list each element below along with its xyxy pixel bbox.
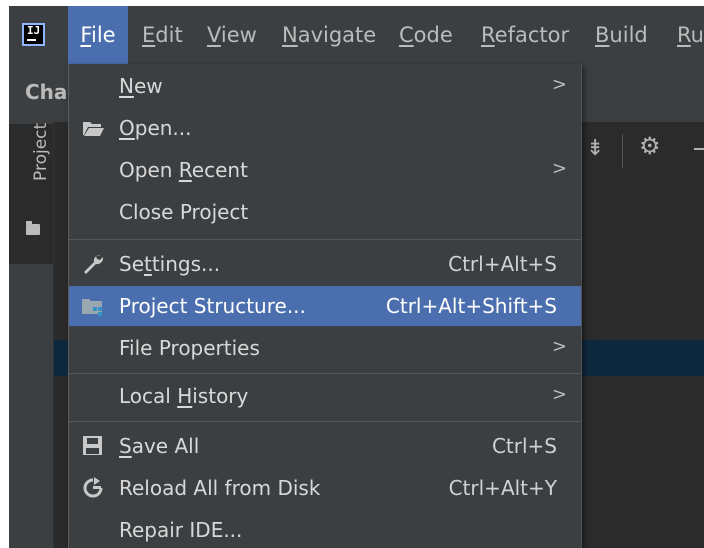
collapse-all-icon[interactable]: ⇟ — [586, 136, 604, 161]
menu-item-file-properties[interactable]: File Properties > — [69, 328, 581, 368]
menu-item-open-recent[interactable]: Open Recent > — [69, 150, 581, 190]
menu-item-label: Save All — [119, 434, 200, 458]
shortcut-label: Ctrl+S — [491, 434, 557, 458]
menu-refactor[interactable]: Refactor — [481, 6, 569, 64]
shortcut-label: Ctrl+Alt+Y — [448, 476, 557, 500]
open-folder-icon — [83, 122, 104, 136]
menu-item-open[interactable]: Open... — [69, 108, 581, 148]
folder-icon — [26, 221, 40, 235]
file-menu-dropdown: New > Open... Open Recent > Close Projec… — [68, 64, 582, 548]
toolbar-divider — [622, 134, 623, 168]
menu-item-save-all[interactable]: Save All Ctrl+S — [69, 426, 581, 466]
menu-edit[interactable]: Edit — [142, 6, 183, 64]
menu-run[interactable]: Ru — [677, 6, 704, 64]
wrench-icon — [84, 254, 104, 274]
menu-item-label: Project Structure... — [119, 294, 306, 318]
menu-item-label: Repair IDE... — [119, 518, 243, 542]
submenu-arrow-icon: > — [551, 74, 567, 95]
submenu-arrow-icon: > — [551, 384, 567, 405]
minimize-icon[interactable] — [694, 148, 704, 150]
menu-view[interactable]: View — [207, 6, 257, 64]
menu-build[interactable]: Build — [595, 6, 648, 64]
menu-separator — [69, 421, 581, 422]
project-structure-icon — [82, 299, 102, 316]
shortcut-label: Ctrl+Alt+S — [448, 252, 557, 276]
gear-icon[interactable]: ⚙ — [639, 132, 661, 160]
menu-item-project-structure[interactable]: Project Structure... Ctrl+Alt+Shift+S — [69, 286, 581, 326]
menu-item-label: Settings... — [119, 252, 221, 276]
menu-item-label: Local History — [119, 384, 249, 408]
submenu-arrow-icon: > — [551, 158, 567, 179]
menu-item-repair-ide[interactable]: Repair IDE... — [69, 510, 581, 548]
ide-window: IJ File Edit View Navigate Code Refactor… — [9, 6, 704, 548]
menu-navigate[interactable]: Navigate — [282, 6, 376, 64]
menu-item-label: Open Recent — [119, 158, 248, 182]
project-tab-label[interactable]: Project — [31, 123, 51, 181]
menu-item-close-project[interactable]: Close Project — [69, 192, 581, 232]
save-icon — [83, 436, 102, 455]
menu-item-label: Close Project — [119, 200, 249, 224]
menu-item-reload-all[interactable]: Reload All from Disk Ctrl+Alt+Y — [69, 468, 581, 508]
menu-file[interactable]: File — [68, 6, 128, 64]
intellij-logo-icon: IJ — [22, 23, 45, 46]
submenu-arrow-icon: > — [551, 336, 567, 357]
menu-item-label: File Properties — [119, 336, 260, 360]
menu-bar: IJ File Edit View Navigate Code Refactor… — [9, 6, 704, 64]
reload-icon — [83, 477, 103, 498]
menu-item-label: Reload All from Disk — [119, 476, 321, 500]
menu-code[interactable]: Code — [399, 6, 453, 64]
shortcut-label: Ctrl+Alt+Shift+S — [385, 294, 557, 318]
menu-separator — [69, 239, 581, 240]
menu-item-local-history[interactable]: Local History > — [69, 376, 581, 416]
menu-item-settings[interactable]: Settings... Ctrl+Alt+S — [69, 244, 581, 284]
menu-separator — [69, 373, 581, 374]
menu-item-label: New — [119, 74, 163, 98]
menu-item-new[interactable]: New > — [69, 66, 581, 106]
changes-tab-partial[interactable]: Cha — [25, 80, 67, 104]
menu-item-label: Open... — [119, 116, 192, 140]
